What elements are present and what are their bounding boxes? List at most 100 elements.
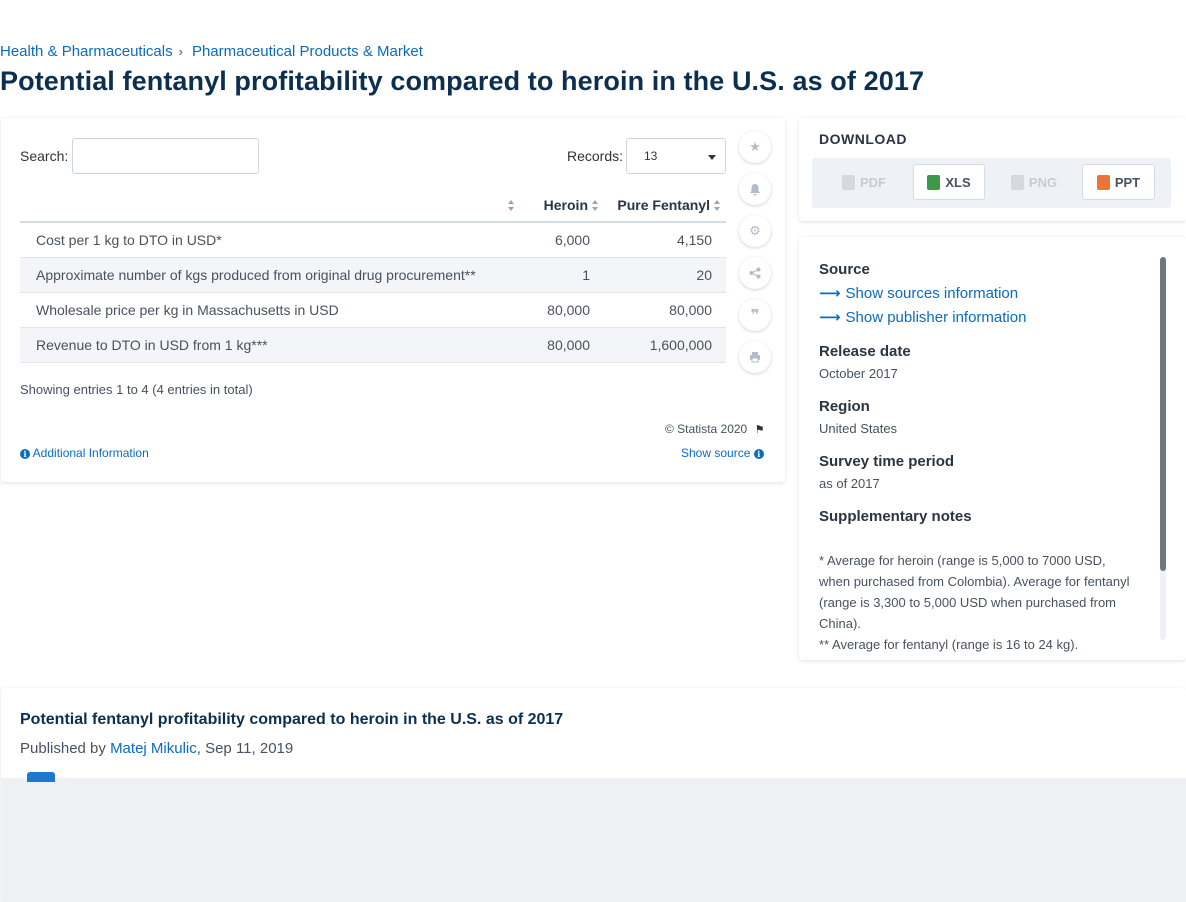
published-date: , Sep 11, 2019 — [196, 740, 294, 757]
additional-information-link[interactable]: i Additional Information — [20, 446, 149, 460]
heroin-value: 80,000 — [520, 327, 604, 363]
release-date-value: October 2017 — [819, 366, 898, 381]
download-ppt-button[interactable]: PPT — [1082, 164, 1155, 200]
published-prefix: Published by — [20, 740, 111, 757]
column-header-heroin[interactable]: Heroin — [520, 188, 604, 223]
region-heading: Region — [819, 398, 870, 415]
records-select-value: 13 — [644, 149, 658, 163]
copyright: © Statista 2020 ⚑ — [665, 422, 764, 436]
side-toolbar: ★ ⚙ ❞ — [739, 131, 773, 383]
cite-button[interactable]: ❞ — [739, 299, 771, 331]
description-card: Potential fentanyl profitability compare… — [1, 688, 1186, 902]
table-row: Approximate number of kgs produced from … — [20, 257, 726, 293]
blue-tab-chip[interactable] — [27, 772, 55, 782]
download-pdf-button[interactable]: PDF — [828, 164, 900, 200]
page: Health & Pharmaceuticals › Pharmaceutica… — [0, 0, 1186, 902]
supplementary-notes: * Average for heroin (range is 5,000 to … — [819, 550, 1139, 655]
release-date-heading: Release date — [819, 343, 911, 360]
column-header-label[interactable] — [20, 188, 520, 223]
show-publisher-label: Show publisher information — [845, 309, 1027, 326]
column-header-fentanyl[interactable]: Pure Fentanyl — [604, 188, 726, 223]
download-png-label: PNG — [1028, 174, 1058, 190]
supplementary-note-2: ** Average for fentanyl (range is 16 to … — [819, 637, 1079, 652]
gear-icon: ⚙ — [749, 223, 761, 238]
row-label: Approximate number of kgs produced from … — [20, 257, 520, 293]
row-label: Cost per 1 kg to DTO in USD* — [20, 222, 520, 258]
supplementary-notes-heading: Supplementary notes — [819, 508, 972, 525]
sort-icon — [508, 199, 516, 212]
description-title: Potential fentanyl profitability compare… — [20, 711, 564, 728]
heroin-value: 1 — [520, 257, 604, 293]
published-by: Published by Matej Mikulic, Sep 11, 2019 — [20, 740, 293, 757]
sort-icon — [714, 199, 722, 212]
fentanyl-value: 4,150 — [604, 222, 726, 258]
table-row: Revenue to DTO in USD from 1 kg*** 80,00… — [20, 327, 726, 363]
row-label: Wholesale price per kg in Massachusetts … — [20, 292, 520, 328]
sort-icon — [592, 199, 600, 212]
heroin-value: 6,000 — [520, 222, 604, 258]
alert-button[interactable] — [739, 173, 771, 205]
survey-period-heading: Survey time period — [819, 453, 955, 470]
breadcrumb: Health & Pharmaceuticals › Pharmaceutica… — [0, 43, 423, 60]
records-select[interactable]: 13 — [626, 138, 726, 174]
table-header-row: Heroin Pure Fentanyl — [20, 188, 726, 223]
table-row: Wholesale price per kg in Massachusetts … — [20, 292, 726, 328]
source-heading: Source — [819, 261, 870, 278]
show-sources-link[interactable]: ⟶ Show sources information — [819, 284, 1018, 302]
show-source-label: Show source — [681, 446, 751, 460]
search-input[interactable] — [72, 138, 259, 174]
ppt-file-icon — [1096, 174, 1110, 190]
content-fade — [1, 778, 1186, 902]
info-icon: i — [20, 449, 30, 459]
breadcrumb-pharma-link[interactable]: Pharmaceutical Products & Market — [192, 43, 423, 60]
fentanyl-value: 80,000 — [604, 292, 726, 328]
show-publisher-link[interactable]: ⟶ Show publisher information — [819, 308, 1026, 326]
quote-icon: ❞ — [750, 307, 760, 324]
page-title: Potential fentanyl profitability compare… — [0, 66, 925, 96]
chevron-down-icon — [708, 155, 716, 160]
statistic-table-card: Search: Records: 13 Heroin Pure Fentanyl… — [1, 118, 785, 482]
heroin-value: 80,000 — [520, 292, 604, 328]
print-button[interactable] — [739, 341, 771, 373]
share-button[interactable] — [739, 257, 771, 289]
download-pdf-label: PDF — [860, 174, 886, 190]
download-title: DOWNLOAD — [819, 131, 907, 147]
show-source-link[interactable]: Show source i — [681, 446, 764, 460]
table-row: Cost per 1 kg to DTO in USD* 6,000 4,150 — [20, 222, 726, 258]
copyright-text: © Statista 2020 — [665, 422, 748, 436]
info-icon: i — [753, 449, 764, 459]
flag-icon[interactable]: ⚑ — [755, 423, 765, 436]
data-table: Heroin Pure Fentanyl Cost per 1 kg to DT… — [20, 188, 726, 363]
entries-info: Showing entries 1 to 4 (4 entries in tot… — [20, 382, 253, 397]
additional-information-label: Additional Information — [32, 446, 149, 460]
survey-period-value: as of 2017 — [819, 476, 880, 491]
bell-icon — [750, 183, 760, 195]
share-icon — [749, 267, 761, 279]
search-label: Search: — [20, 148, 69, 164]
print-icon — [750, 352, 760, 363]
xls-file-icon — [927, 174, 941, 190]
settings-button[interactable]: ⚙ — [739, 215, 771, 247]
pdf-file-icon — [842, 174, 855, 190]
fentanyl-value: 1,600,000 — [604, 327, 726, 363]
breadcrumb-health-link[interactable]: Health & Pharmaceuticals — [0, 43, 173, 60]
author-link[interactable]: Matej Mikulic — [110, 740, 197, 757]
favorite-button[interactable]: ★ — [739, 131, 771, 163]
star-icon: ★ — [749, 139, 761, 154]
scrollbar-thumb[interactable] — [1160, 257, 1166, 571]
download-bar: PDF XLS PNG PPT — [812, 158, 1171, 208]
details-scrollbar[interactable] — [1160, 257, 1166, 640]
region-value: United States — [819, 421, 898, 436]
png-file-icon — [1010, 174, 1024, 190]
download-png-button[interactable]: PNG — [997, 164, 1071, 200]
fentanyl-value: 20 — [604, 257, 726, 293]
download-xls-button[interactable]: XLS — [913, 164, 985, 200]
details-card: Source ⟶ Show sources information ⟶ Show p… — [799, 237, 1186, 660]
supplementary-note-1: * Average for heroin (range is 5,000 to … — [819, 553, 1130, 631]
row-label: Revenue to DTO in USD from 1 kg*** — [20, 327, 520, 363]
breadcrumb-separator: › — [178, 44, 183, 59]
download-card: DOWNLOAD PDF XLS PNG PPT — [799, 118, 1186, 221]
records-label: Records: — [567, 148, 624, 164]
download-xls-label: XLS — [945, 174, 971, 190]
arrow-right-icon: ⟶ — [819, 309, 841, 326]
